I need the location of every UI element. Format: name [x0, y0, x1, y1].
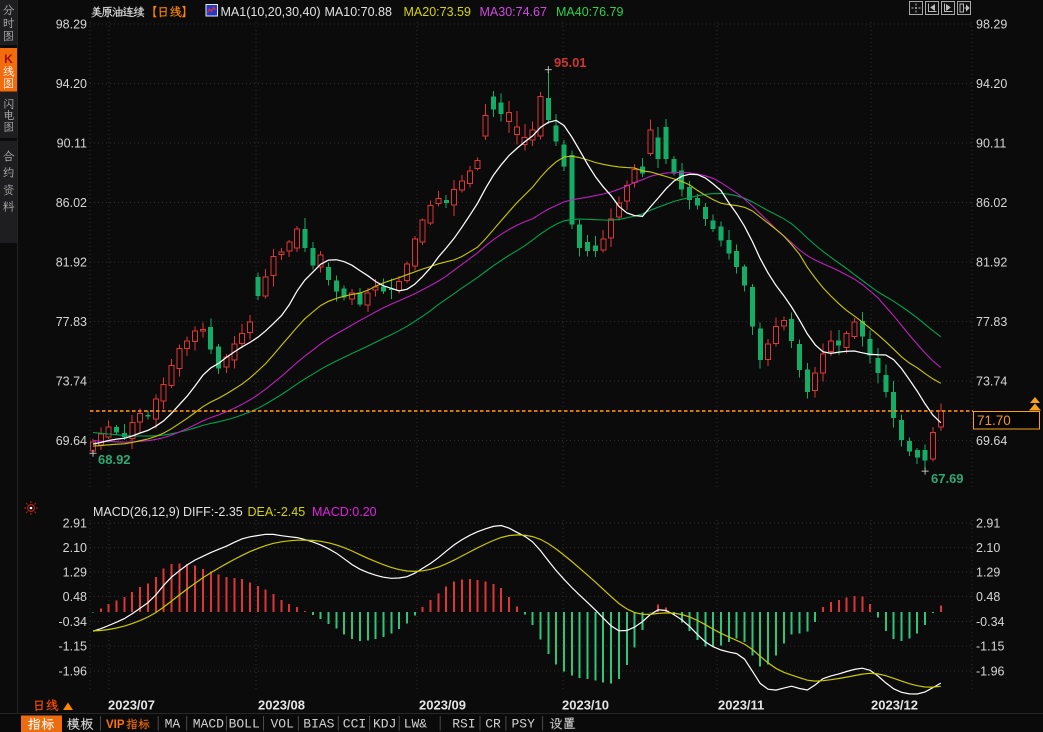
svg-text:2023/11: 2023/11: [718, 698, 764, 713]
svg-text:69.64: 69.64: [56, 434, 87, 448]
svg-text:69.64: 69.64: [976, 434, 1007, 448]
svg-text:DEA:-2.45: DEA:-2.45: [248, 505, 306, 519]
svg-text:BOLL: BOLL: [229, 717, 260, 732]
svg-text:86.02: 86.02: [56, 196, 87, 210]
svg-text:94.20: 94.20: [56, 77, 87, 91]
svg-text:73.74: 73.74: [56, 375, 87, 389]
svg-text:77.83: 77.83: [976, 315, 1007, 329]
svg-text:0.48: 0.48: [976, 590, 1000, 604]
svg-text:2.10: 2.10: [63, 541, 87, 555]
svg-text:VIP: VIP: [106, 719, 125, 731]
svg-text:1.29: 1.29: [63, 566, 87, 580]
svg-text:73.74: 73.74: [976, 375, 1007, 389]
svg-text:2.10: 2.10: [976, 541, 1000, 555]
svg-text:-1.15: -1.15: [59, 640, 88, 654]
svg-text:2023/08: 2023/08: [258, 698, 305, 713]
svg-text:2023/12: 2023/12: [871, 698, 918, 713]
svg-text:LW&: LW&: [404, 717, 428, 732]
svg-text:MA40:76.79: MA40:76.79: [556, 5, 623, 19]
svg-text:-0.34: -0.34: [59, 615, 88, 629]
svg-text:77.83: 77.83: [56, 315, 87, 329]
svg-text:-1.96: -1.96: [976, 665, 1005, 679]
svg-text:MACD:0.20: MACD:0.20: [312, 505, 377, 519]
svg-text:MA1(10,20,30,40): MA1(10,20,30,40): [221, 5, 321, 19]
svg-text:98.29: 98.29: [56, 18, 87, 32]
svg-text:KDJ: KDJ: [373, 717, 396, 732]
svg-text:MA: MA: [165, 717, 181, 732]
svg-text:MA30:74.67: MA30:74.67: [480, 5, 547, 19]
svg-text:81.92: 81.92: [56, 256, 87, 270]
svg-text:67.69: 67.69: [931, 471, 964, 486]
svg-text:-0.34: -0.34: [976, 615, 1005, 629]
svg-text:PSY: PSY: [511, 717, 535, 732]
svg-text:DIFF:-2.35: DIFF:-2.35: [183, 505, 243, 519]
svg-text:MA10:70.88: MA10:70.88: [325, 5, 392, 19]
svg-text:-1.96: -1.96: [59, 665, 88, 679]
svg-text:2.91: 2.91: [63, 517, 87, 531]
svg-text:90.11: 90.11: [57, 137, 87, 151]
svg-text:2023/10: 2023/10: [562, 698, 609, 713]
svg-text:81.92: 81.92: [976, 256, 1007, 270]
svg-text:95.01: 95.01: [554, 55, 587, 70]
svg-text:MACD(26,12,9): MACD(26,12,9): [93, 505, 180, 519]
svg-text:90.11: 90.11: [976, 137, 1006, 151]
svg-text:94.20: 94.20: [976, 77, 1007, 91]
svg-text:RSI: RSI: [452, 717, 475, 732]
svg-text:MACD: MACD: [193, 717, 224, 732]
svg-text:86.02: 86.02: [976, 196, 1007, 210]
svg-text:MA20:73.59: MA20:73.59: [404, 5, 471, 19]
svg-text:K: K: [4, 52, 13, 66]
svg-text:-1.15: -1.15: [976, 640, 1005, 654]
svg-text:VOL: VOL: [270, 717, 293, 732]
svg-text:0.48: 0.48: [63, 590, 87, 604]
svg-text:2023/09: 2023/09: [419, 698, 466, 713]
svg-text:2023/07: 2023/07: [108, 698, 155, 713]
svg-text:1.29: 1.29: [976, 566, 1000, 580]
svg-text:CCI: CCI: [343, 717, 366, 732]
svg-text:68.92: 68.92: [98, 452, 131, 467]
svg-text:BIAS: BIAS: [303, 717, 334, 732]
svg-text:98.29: 98.29: [976, 18, 1007, 32]
svg-text:CR: CR: [485, 717, 501, 732]
svg-text:71.70: 71.70: [977, 413, 1011, 428]
svg-text:2.91: 2.91: [976, 517, 1000, 531]
